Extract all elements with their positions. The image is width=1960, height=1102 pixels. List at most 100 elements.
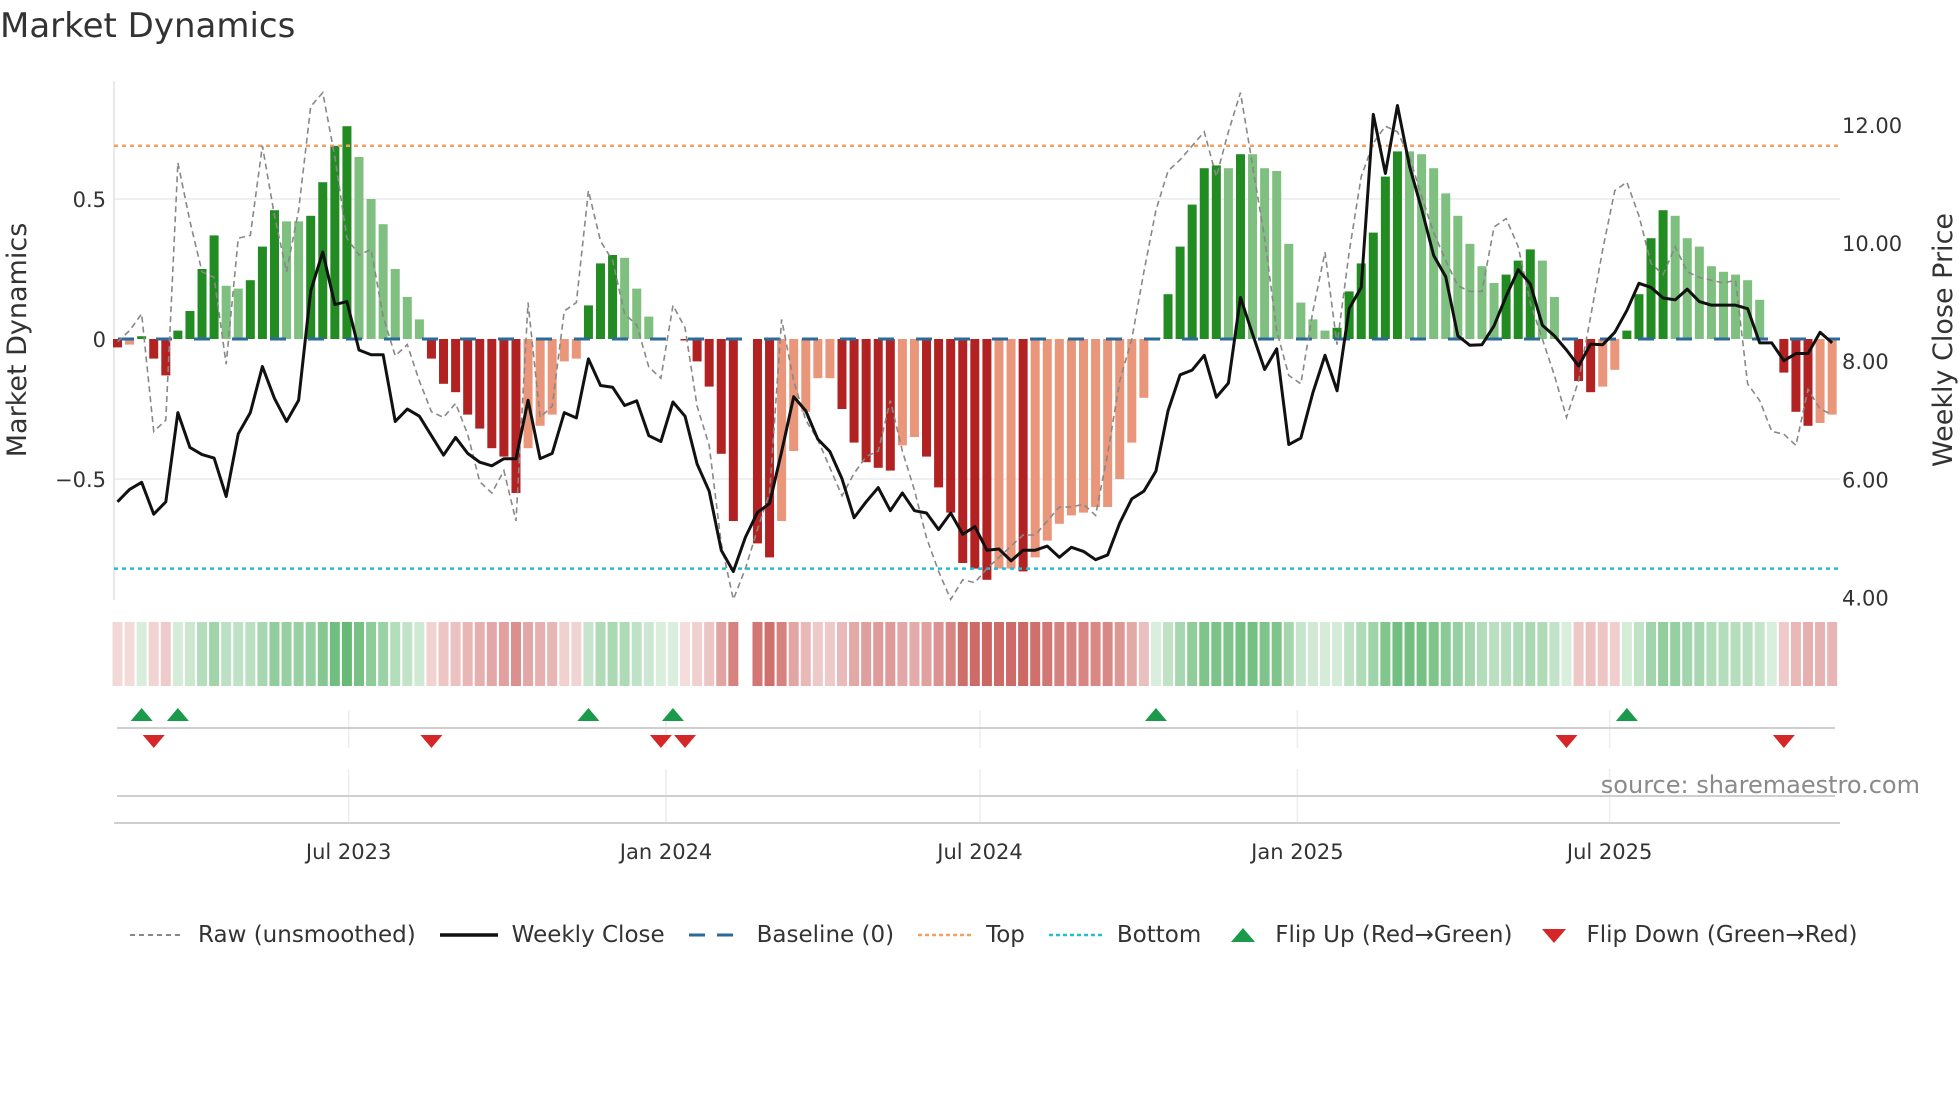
heat-strip-cell xyxy=(800,622,811,686)
heat-strip-cell xyxy=(1815,622,1826,686)
solid-line-icon xyxy=(439,933,498,937)
momentum-bar xyxy=(1127,339,1137,443)
heat-strip-cell xyxy=(1259,622,1270,686)
momentum-bar xyxy=(1066,339,1076,516)
heat-strip-cell xyxy=(1223,622,1234,686)
heat-strip-cell xyxy=(1235,622,1246,686)
heat-strip-cell xyxy=(1706,622,1717,686)
flip-up-marker xyxy=(1615,708,1638,721)
momentum-bar xyxy=(1477,266,1487,339)
heat-strip-cell xyxy=(1440,622,1451,686)
momentum-bar xyxy=(1320,330,1330,339)
x-tick-label: Jul 2025 xyxy=(1565,840,1652,864)
heat-strip-cell xyxy=(486,622,497,686)
momentum-bar xyxy=(1610,339,1620,370)
heat-strip-cell xyxy=(1742,622,1753,686)
momentum-bar xyxy=(1175,246,1185,339)
momentum-bar xyxy=(1380,176,1390,339)
heat-strip-cell xyxy=(1561,622,1572,686)
heat-strip-cell xyxy=(317,622,328,686)
heat-strip-cell xyxy=(257,622,268,686)
momentum-bar xyxy=(1272,171,1282,339)
heat-strip-cell xyxy=(390,622,401,686)
triangle-down-icon xyxy=(1542,929,1567,943)
heat-strip-cell xyxy=(1030,622,1041,686)
momentum-bar xyxy=(849,339,859,443)
x-tick-label: Jan 2024 xyxy=(618,840,713,864)
legend-item-raw[interactable]: Raw (unsmoothed) xyxy=(128,922,416,948)
heat-strip-cell xyxy=(148,622,159,686)
heat-strip-cell xyxy=(1670,622,1681,686)
heat-strip-cell xyxy=(269,622,280,686)
heat-strip-cell xyxy=(426,622,437,686)
heat-strip-cell xyxy=(1525,622,1536,686)
momentum-bar xyxy=(1706,266,1716,339)
legend-item-top[interactable]: Top xyxy=(916,922,1025,948)
heat-strip-cell xyxy=(849,622,860,686)
heat-strip-cell xyxy=(329,622,340,686)
heat-strip-cell xyxy=(1597,622,1608,686)
momentum-bar xyxy=(269,210,279,339)
heat-strip-cell xyxy=(667,622,678,686)
momentum-bar xyxy=(390,269,400,339)
y2-tick-label: 8.00 xyxy=(1842,350,1889,374)
heat-strip-cell xyxy=(1018,622,1029,686)
heat-strip-cell xyxy=(1102,622,1113,686)
momentum-bar xyxy=(922,339,932,457)
legend-item-bottom[interactable]: Bottom xyxy=(1047,922,1201,948)
heat-strip-cell xyxy=(366,622,377,686)
momentum-bar xyxy=(1103,339,1113,507)
dotted-cyan-line-icon xyxy=(1048,933,1103,937)
heat-strip-cell xyxy=(1126,622,1137,686)
legend-item-flip-up[interactable]: Flip Up (Red→Green) xyxy=(1223,922,1512,948)
momentum-bar xyxy=(1368,232,1378,339)
heat-strip-cell xyxy=(1489,622,1500,686)
momentum-bar xyxy=(1199,168,1209,339)
heat-strip-cell xyxy=(1428,622,1439,686)
momentum-bar xyxy=(294,221,304,339)
legend-item-close[interactable]: Weekly Close xyxy=(438,922,665,948)
legend-label-raw: Raw (unsmoothed) xyxy=(198,922,416,948)
momentum-bar xyxy=(716,339,726,454)
triangle-up-icon xyxy=(1231,928,1256,942)
momentum-bar xyxy=(1079,339,1088,513)
momentum-bar xyxy=(1054,339,1064,524)
momentum-bar xyxy=(897,339,907,446)
legend-item-baseline[interactable]: Baseline (0) xyxy=(687,922,894,948)
flip-up-marker xyxy=(166,708,189,721)
momentum-bar xyxy=(245,280,255,339)
heat-strip-cell xyxy=(1609,622,1620,686)
flip-up-marker xyxy=(577,708,600,721)
heat-strip-cell xyxy=(1187,622,1198,686)
heat-strip-cell xyxy=(1549,622,1560,686)
momentum-bar xyxy=(620,257,630,339)
momentum-bar xyxy=(837,339,847,409)
heat-strip-cell xyxy=(1754,622,1765,686)
dotted-orange-line-icon xyxy=(918,933,973,937)
legend-item-flip-down[interactable]: Flip Down (Green→Red) xyxy=(1534,922,1857,948)
flip-down-marker xyxy=(674,735,697,748)
heat-strip-cell xyxy=(1790,622,1801,686)
momentum-bar xyxy=(402,297,412,339)
heat-strip-cell xyxy=(1416,622,1427,686)
momentum-bar xyxy=(1042,339,1052,541)
heat-strip-cell xyxy=(510,622,521,686)
momentum-bar xyxy=(1211,165,1221,339)
momentum-bar xyxy=(1091,339,1101,507)
heat-strip-cell xyxy=(184,622,195,686)
heat-strip-cell xyxy=(1368,622,1379,686)
momentum-bar xyxy=(1139,339,1149,398)
heat-strip-cell xyxy=(873,622,884,686)
heat-strip-cell xyxy=(655,622,666,686)
source-credit: source: sharemaestro.com xyxy=(1601,771,1920,799)
heat-strip-cell xyxy=(281,622,292,686)
heat-strip-cell xyxy=(1404,622,1415,686)
flip-down-marker xyxy=(649,735,672,748)
heat-strip-cell xyxy=(1646,622,1657,686)
momentum-bar xyxy=(596,263,605,339)
heat-strip-cell xyxy=(607,622,618,686)
momentum-bar xyxy=(282,221,292,339)
heat-strip-cell xyxy=(1356,622,1367,686)
heat-strip-cell xyxy=(631,622,642,686)
heat-strip-cell xyxy=(716,622,727,686)
